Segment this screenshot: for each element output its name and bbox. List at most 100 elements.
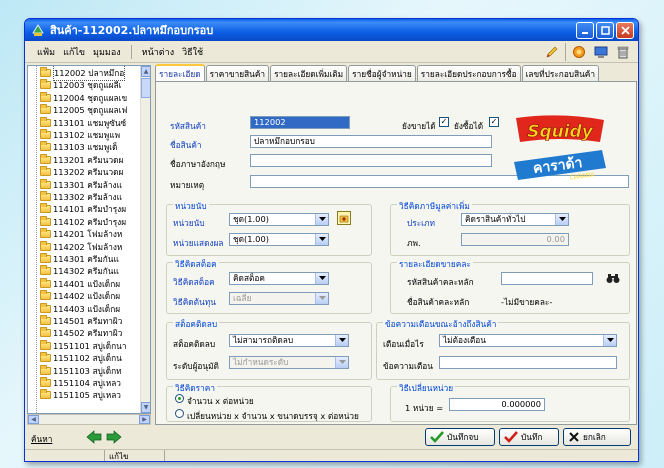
negative-stock-dropdown-button[interactable] (335, 335, 348, 346)
chevron-down-icon (338, 360, 346, 364)
unit-convert-group: วิธีเปลี่ยนหน่วย 1 หน่วย = 0.000000 (390, 381, 630, 422)
vat-type-label: ประเภท (407, 218, 435, 228)
tab-purchase-detail[interactable]: รายละเอียดประกอบการซื้อ (416, 65, 521, 81)
previous-record-button[interactable] (85, 428, 103, 446)
product-code-input[interactable]: 112002 (250, 116, 350, 129)
tab-sell-price[interactable]: ราคาขายสินค้า (205, 65, 270, 81)
english-name-input[interactable] (250, 154, 492, 167)
tab-suppliers[interactable]: รายชื่อผู้จำหน่าย (348, 65, 416, 81)
folder-icon (40, 253, 51, 263)
scroll-right-button[interactable]: ▶ (139, 415, 150, 424)
display-unit-dropdown-button[interactable] (315, 234, 328, 245)
tree-item[interactable]: 113202 ครีมนวดผ (28, 166, 123, 178)
tree-item[interactable]: 113102 แชมพูแพ (28, 129, 120, 141)
tree-item[interactable]: 112004 ชุดถูแผลเข (28, 91, 127, 104)
warn-when-select[interactable]: ไม่ต้องเตือน (439, 334, 617, 347)
tree-item[interactable]: 1151103 สบู่เด็กท (28, 364, 122, 377)
tree-item[interactable]: 112003 ชุดถูแผลีเ (28, 79, 121, 91)
save-close-button[interactable]: บันทึกจบ (425, 428, 495, 446)
search-link[interactable]: ค้นหา (31, 432, 52, 446)
tree-item[interactable]: 114403 แป้งเด็กผ (28, 302, 120, 315)
scroll-down-button[interactable]: ▼ (141, 402, 150, 413)
tree-item[interactable]: 1151101 สบู่เด็กนา (28, 339, 127, 352)
chevron-down-icon (558, 217, 566, 221)
warn-when-dropdown-button[interactable] (603, 335, 616, 346)
scroll-thumb[interactable] (141, 78, 150, 98)
tree-item[interactable]: 113101 แชมพูซันซ์ (28, 116, 126, 129)
cancel-button[interactable]: ยกเลิก (563, 428, 631, 446)
warn-message-input[interactable] (439, 356, 617, 369)
tree-item[interactable]: 1151102 สบู่เด็กน (28, 352, 122, 364)
tree-item[interactable]: 114401 แป้งเด็กผ (28, 277, 120, 290)
arrow-left-icon (86, 430, 102, 444)
menu-view[interactable]: มุมมอง (89, 45, 125, 59)
tree-item[interactable]: 114501 ครีมทาผิว (28, 315, 122, 327)
record-tool-button[interactable] (570, 43, 588, 61)
tree-item[interactable]: 114502 ครีมทาผิว (28, 327, 122, 339)
tree-item[interactable]: 113201 ครีมนวดผ (28, 153, 123, 166)
menu-window[interactable]: หน้าต่าง (138, 45, 178, 59)
close-button[interactable] (616, 21, 634, 39)
tab-assembly[interactable]: เลขที่ประกอบสินค้า (521, 65, 600, 81)
unit-dropdown-button[interactable] (315, 214, 328, 225)
search-mixed-button[interactable] (605, 271, 621, 285)
menu-file[interactable]: แฟ้ม (33, 45, 59, 59)
tree-item[interactable]: 113103 แชมพูเด็ (28, 141, 117, 153)
maximize-button[interactable] (596, 21, 614, 39)
tree-item[interactable]: 114202 โฟมล้างห (28, 240, 122, 253)
can-buy-checkbox[interactable]: ✓ (489, 117, 499, 127)
folder-icon (40, 91, 51, 102)
tree-item[interactable]: 114101 ครีมบำรุงผ (28, 203, 126, 215)
cost-method-select[interactable]: เฉลี่ย (229, 292, 329, 305)
tree-item[interactable]: 114201 โฟมล้างห (28, 228, 122, 240)
stock-method-dropdown-button[interactable] (315, 273, 328, 284)
tree-item[interactable]: 114302 ครีมกันแ (28, 265, 119, 277)
tree-item[interactable]: 114301 ครีมกันแ (28, 253, 119, 265)
scroll-up-button[interactable]: ▲ (141, 66, 150, 77)
display-tool-button[interactable] (592, 43, 610, 61)
tab-detail[interactable]: รายละเอียด (155, 64, 205, 82)
tree-item[interactable]: 114402 แป้งเด็กผ (28, 290, 120, 302)
title-bar: สินค้า-112002.ปลาหมึกอบกรอบ (25, 19, 638, 41)
scroll-left-button[interactable]: ◀ (28, 415, 39, 424)
negative-stock-select[interactable]: ไม่สามารถติดลบ (229, 334, 349, 347)
menu-help[interactable]: วิธีใช้ (178, 45, 207, 59)
tree-item[interactable]: 113302 ครีมล้างแ (28, 191, 122, 203)
product-name-input[interactable]: ปลาหมึกอบกรอบ (250, 135, 492, 148)
tree-item[interactable]: 114102 ครีมบำรุงผ (28, 215, 126, 228)
pricing-option-convert-radio[interactable] (175, 409, 184, 418)
tab-more-detail[interactable]: รายละเอียดเพิ่มเติม (270, 65, 348, 81)
display-unit-value: ชุด(1.00) (233, 234, 269, 244)
unit-manage-button[interactable] (337, 211, 351, 225)
approver-level-dropdown-button[interactable] (335, 357, 348, 368)
tree-item[interactable]: 113301 ครีมล้างแ (28, 178, 122, 191)
display-unit-select[interactable]: ชุด(1.00) (229, 233, 329, 246)
vat-rate-input[interactable]: 0.00 (461, 233, 569, 246)
product-tree[interactable]: 112002 ปลาหมึกอ 112003 ชุดถูแผลีเ 112004 ช… (27, 65, 151, 414)
tree-vertical-scrollbar[interactable]: ▲ ▼ (140, 66, 150, 413)
pricing-option-unit-radio[interactable] (175, 394, 184, 403)
tree-item[interactable]: 112005 ชุดถูแผลเฟ (28, 104, 127, 116)
vat-type-select[interactable]: คิดราสินค้าทั่วไป (461, 213, 569, 226)
mixed-main-code-input[interactable] (501, 272, 593, 285)
tree-horizontal-scrollbar[interactable]: ◀ ▶ (27, 414, 151, 425)
can-sell-checkbox[interactable]: ✓ (439, 117, 449, 127)
minimize-button[interactable] (576, 21, 594, 39)
stock-method-select[interactable]: คิดสต็อค (229, 272, 329, 285)
next-record-button[interactable] (105, 428, 123, 446)
edit-tool-button[interactable] (543, 43, 561, 61)
tree-item[interactable]: 112002 ปลาหมึกอ (28, 66, 126, 81)
delete-tool-button[interactable] (614, 43, 632, 61)
warn-when-label: เตือนเมื่อไร (383, 339, 424, 349)
vat-type-dropdown-button[interactable] (555, 214, 568, 225)
menu-edit[interactable]: แก้ไข (59, 45, 89, 59)
unit-convert-input[interactable]: 0.000000 (449, 398, 545, 411)
tree-item[interactable]: 1151104 สบู่เหลว (28, 377, 121, 389)
cost-method-dropdown-button[interactable] (315, 293, 328, 304)
unit-select[interactable]: ชุด(1.00) (229, 213, 329, 226)
save-button[interactable]: บันทึก (499, 428, 559, 446)
folder-icon (40, 166, 51, 177)
approver-level-select[interactable]: ไม่กำหนดระดับ (229, 356, 349, 369)
tree-item[interactable]: 1151105 สบู่เหลว (28, 389, 121, 401)
stock-method-value: คิดสต็อค (233, 273, 265, 283)
